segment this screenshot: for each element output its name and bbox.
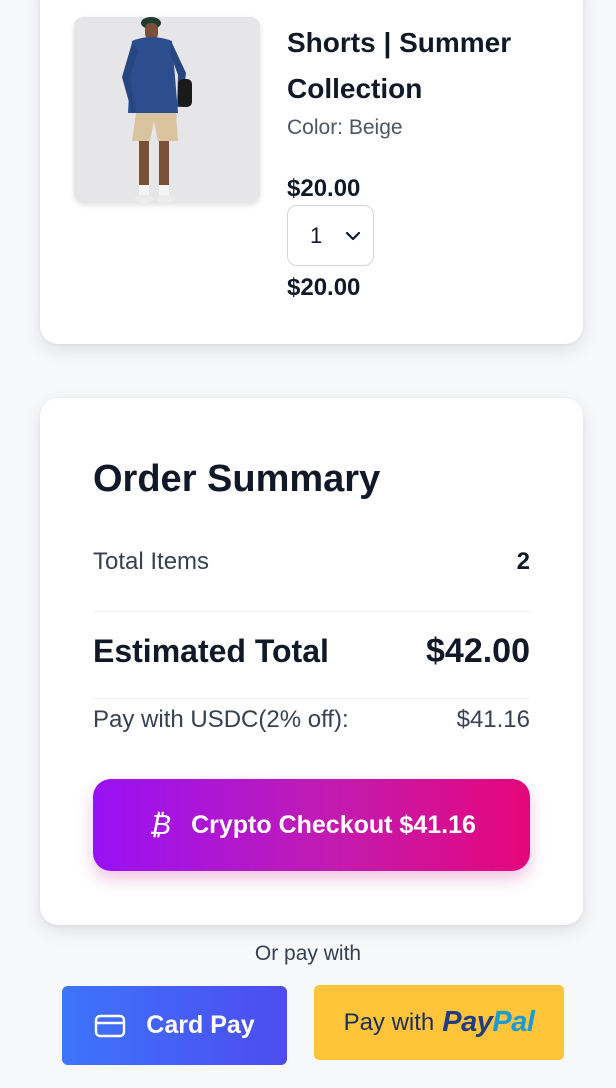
paypal-button[interactable]: Pay with PayPal (314, 985, 564, 1060)
paypal-prefix: Pay with (343, 1008, 435, 1036)
bitcoin-icon: ₿ (149, 809, 172, 840)
product-price: $20.00 (287, 175, 361, 202)
crypto-checkout-button[interactable]: ₿ Crypto Checkout $41.16 (93, 779, 530, 871)
usdc-value: $41.16 (456, 706, 530, 733)
or-pay-with-text: Or pay with (254, 942, 362, 965)
quantity-value: 1 (310, 222, 323, 248)
paypal-logo-pay: Pay (442, 1006, 493, 1038)
product-color: Color: Beige (287, 116, 403, 139)
product-name[interactable]: Shorts | Summer Collection (287, 20, 567, 112)
order-summary-card: Order Summary Total Items 2 Estimated To… (40, 398, 583, 925)
total-items-label: Total Items (93, 548, 210, 575)
credit-card-icon (94, 1014, 126, 1038)
total-items-row: Total Items 2 (93, 548, 530, 576)
card-pay-label: Card Pay (146, 1011, 255, 1039)
order-summary-title: Order Summary (93, 458, 381, 500)
cart-item-card: Shorts | Summer Collection Color: Beige … (40, 0, 583, 344)
cart-item-info: Shorts | Summer Collection Color: Beige … (287, 20, 567, 304)
crypto-checkout-label: Crypto Checkout $41.16 (191, 810, 476, 839)
estimated-total-label: Estimated Total (93, 633, 329, 669)
quantity-select[interactable]: 1 (287, 205, 374, 266)
paypal-logo-pal: Pal (492, 1006, 535, 1038)
usdc-discount-row: Pay with USDC(2% off): $41.16 (93, 706, 530, 734)
product-image[interactable] (74, 17, 260, 203)
item-subtotal: $20.00 (287, 274, 361, 301)
usdc-label: Pay with USDC(2% off): (93, 706, 349, 733)
divider (93, 611, 530, 612)
paypal-logo: PayPal (442, 1006, 535, 1039)
product-photo-person-icon (74, 17, 260, 203)
chevron-down-icon (345, 231, 361, 240)
estimated-total-row: Estimated Total $42.00 (93, 632, 530, 671)
divider (93, 698, 530, 699)
estimated-total-value: $42.00 (426, 632, 530, 670)
card-pay-button[interactable]: Card Pay (62, 986, 287, 1065)
total-items-value: 2 (516, 548, 530, 575)
cart-page: Shorts | Summer Collection Color: Beige … (0, 0, 616, 1088)
